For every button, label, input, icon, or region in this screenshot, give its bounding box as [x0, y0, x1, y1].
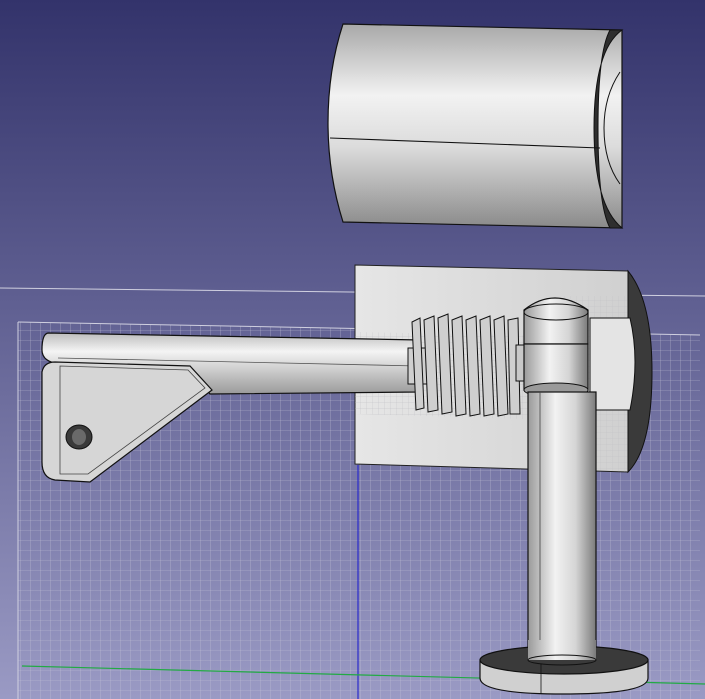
vertical-shaft[interactable]: [523, 297, 597, 661]
3d-scene[interactable]: [0, 0, 705, 699]
3d-viewport[interactable]: [0, 0, 705, 699]
cylinder-housing[interactable]: [327, 23, 624, 229]
